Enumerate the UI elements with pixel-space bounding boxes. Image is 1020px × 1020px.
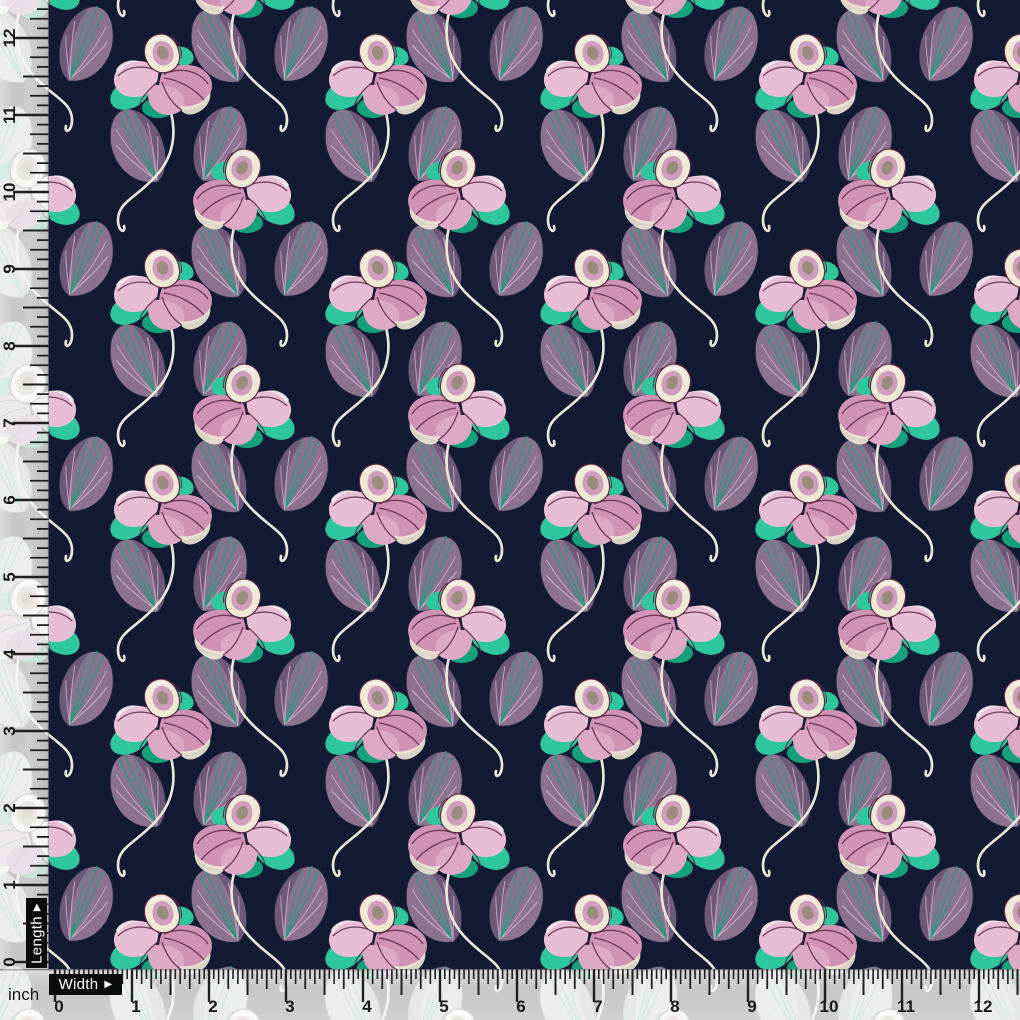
leaf xyxy=(693,858,770,951)
leaf xyxy=(263,643,340,736)
width-ruler-number: 2 xyxy=(208,997,217,1016)
floral-sprig-mirrored xyxy=(608,0,769,131)
length-ruler-number: 2 xyxy=(0,803,19,812)
leaf xyxy=(263,213,340,306)
length-ruler-number: 9 xyxy=(0,264,19,273)
length-ruler-number: 6 xyxy=(0,495,19,504)
leaf xyxy=(49,643,125,736)
width-ruler-number: 12 xyxy=(974,997,993,1016)
width-ruler-number: 10 xyxy=(820,997,839,1016)
unit-label: inch xyxy=(8,984,49,1006)
width-ruler-number: 4 xyxy=(362,997,372,1016)
length-arrow-icon: ▶ xyxy=(32,903,42,911)
width-ruler-number: 8 xyxy=(670,997,679,1016)
leaf xyxy=(908,0,985,92)
width-arrow-icon: ▶ xyxy=(104,980,112,990)
leaf xyxy=(478,0,555,92)
fabric-mockup: 0123456789101112 0123456789101112 Length… xyxy=(0,0,1020,1020)
leaf xyxy=(478,858,555,951)
leaf xyxy=(693,428,770,521)
floral-sprig-mirrored xyxy=(393,0,554,131)
length-ruler-number: 4 xyxy=(0,649,19,659)
length-ruler-number: 1 xyxy=(0,880,19,889)
width-label-text: Width xyxy=(59,976,99,993)
leaf xyxy=(49,213,125,306)
leaf xyxy=(263,428,340,521)
width-label: Width ▶ xyxy=(49,974,122,995)
horizontal-ruler-scale: 0123456789101112 xyxy=(0,969,1020,1020)
length-ruler-number: 7 xyxy=(0,418,19,427)
length-ruler-number: 3 xyxy=(0,726,19,735)
flower xyxy=(49,575,85,663)
leaf xyxy=(908,643,985,736)
leaf xyxy=(263,858,340,951)
width-ruler-number: 0 xyxy=(54,997,63,1016)
floral-sprig-mirrored xyxy=(0,145,49,345)
leaf xyxy=(478,428,555,521)
leaf xyxy=(263,0,340,92)
fabric-swatch xyxy=(49,0,1020,969)
leaf xyxy=(49,0,125,92)
leaf xyxy=(908,858,985,951)
flower xyxy=(49,145,85,233)
leaf xyxy=(693,643,770,736)
width-ruler-number: 5 xyxy=(439,997,448,1016)
flower xyxy=(49,790,85,878)
horizontal-ruler: 0123456789101112 xyxy=(0,969,1020,1020)
leaf xyxy=(693,213,770,306)
flower xyxy=(49,360,85,448)
width-ruler-number: 6 xyxy=(516,997,525,1016)
floral-sprig-mirrored xyxy=(49,0,125,131)
length-ruler-number: 0 xyxy=(0,957,19,966)
width-ruler-number: 1 xyxy=(131,997,140,1016)
length-label: Length ▶ xyxy=(26,898,47,968)
length-ruler-number: 8 xyxy=(0,341,19,350)
floral-sprig-mirrored xyxy=(49,790,125,969)
leaf xyxy=(693,0,770,92)
leaf xyxy=(49,428,125,521)
vertical-ruler-scale: 0123456789101112 xyxy=(0,0,49,969)
length-ruler-number: 5 xyxy=(0,572,19,581)
leaf xyxy=(478,213,555,306)
length-ruler-number: 10 xyxy=(0,183,19,202)
length-ruler-number: 11 xyxy=(0,106,19,124)
leaf xyxy=(478,643,555,736)
width-ruler-number: 7 xyxy=(593,997,602,1016)
leaf xyxy=(908,213,985,306)
vertical-ruler: 0123456789101112 xyxy=(0,0,49,969)
floral-sprig-mirrored xyxy=(823,0,984,131)
width-ruler-number: 9 xyxy=(747,997,756,1016)
floral-pattern xyxy=(49,0,1020,969)
length-ruler-number: 12 xyxy=(0,29,19,48)
width-ruler-number: 11 xyxy=(897,997,915,1016)
length-label-text: Length xyxy=(28,916,45,964)
width-ruler-number: 3 xyxy=(285,997,294,1016)
leaf xyxy=(908,428,985,521)
floral-sprig-mirrored xyxy=(178,0,339,131)
leaf xyxy=(49,858,125,951)
